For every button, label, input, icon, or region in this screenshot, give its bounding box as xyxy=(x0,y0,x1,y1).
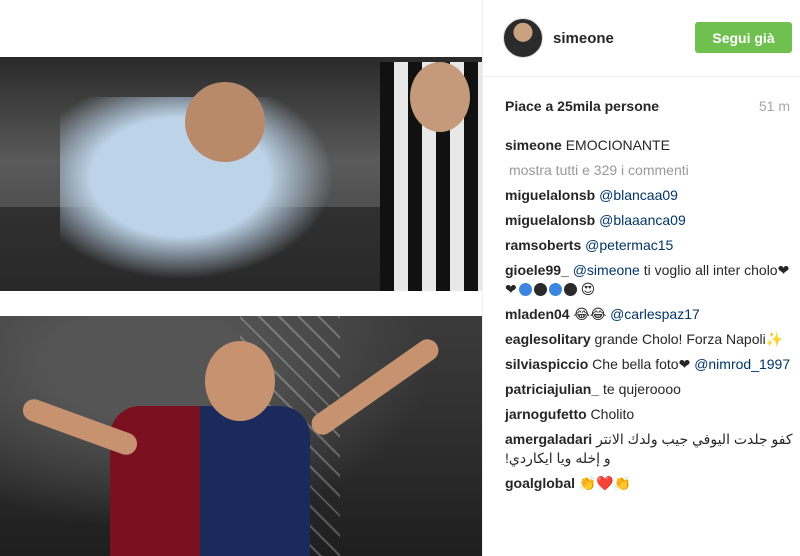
comment-text: Cholito xyxy=(590,406,635,422)
comment-text: grande Cholo! Forza Napoli✨ xyxy=(594,331,784,347)
black-circle-icon xyxy=(563,283,577,296)
comment-username[interactable]: silviaspiccio xyxy=(505,356,588,372)
comment: miguelalonsb @blancaa09 xyxy=(505,186,795,205)
heart-eyes-icon: 😍 xyxy=(580,281,596,297)
post-header: simeone Segui già xyxy=(483,0,800,77)
comment-username[interactable]: jarnogufetto xyxy=(505,406,587,422)
comment-text: Che bella foto❤ xyxy=(592,356,691,372)
comment-text: 😂😂 xyxy=(573,306,607,322)
photo-bottom xyxy=(0,316,482,556)
comment: eaglesolitary grande Cholo! Forza Napoli… xyxy=(505,330,795,349)
comment-mention[interactable]: @blancaa09 xyxy=(599,187,678,203)
comment-text: 👏❤️👏 xyxy=(578,475,632,491)
caption-username[interactable]: simeone xyxy=(505,137,562,153)
follow-button[interactable]: Segui già xyxy=(695,22,792,53)
blue-circle-icon xyxy=(548,283,562,296)
comment: miguelalonsb @blaaanca09 xyxy=(505,211,795,230)
photo-top xyxy=(0,57,482,291)
comment-username[interactable]: ramsoberts xyxy=(505,237,581,253)
black-circle-icon xyxy=(533,283,547,296)
comment-username[interactable]: gioele99_ xyxy=(505,262,569,278)
post-time[interactable]: 51 m xyxy=(759,98,790,114)
comment-username[interactable]: mladen04 xyxy=(505,306,570,322)
comment-text: te qujeroooo xyxy=(603,381,681,397)
comment-username[interactable]: goalglobal xyxy=(505,475,575,491)
comment-mention[interactable]: @nimrod_1997 xyxy=(694,356,790,372)
caption-text: EMOCIONANTE xyxy=(565,137,670,153)
comment-mention[interactable]: @simeone xyxy=(573,262,640,278)
comment: jarnogufetto Cholito xyxy=(505,405,795,424)
post-media[interactable] xyxy=(0,0,482,556)
comment: patriciajulian_ te qujeroooo xyxy=(505,380,795,399)
likes-count[interactable]: Piace a 25mila persone xyxy=(505,98,659,114)
comment-username[interactable]: miguelalonsb xyxy=(505,212,595,228)
comment-username[interactable]: miguelalonsb xyxy=(505,187,595,203)
comment-username[interactable]: patriciajulian_ xyxy=(505,381,599,397)
comment: silviaspiccio Che bella foto❤ @nimrod_19… xyxy=(505,355,795,374)
post-sidebar: simeone Segui già Piace a 25mila persone… xyxy=(482,0,800,556)
blue-circle-icon xyxy=(518,283,532,296)
avatar[interactable] xyxy=(503,18,543,58)
comment: amergaladari كفو جلدت اليوفي جيب ولدك ال… xyxy=(505,430,795,468)
photo-gap xyxy=(0,291,482,316)
comment: goalglobal 👏❤️👏 xyxy=(505,474,795,493)
comment-mention[interactable]: @petermac15 xyxy=(585,237,673,253)
comment: ramsoberts @petermac15 xyxy=(505,236,795,255)
comment-mention[interactable]: @blaaanca09 xyxy=(599,212,686,228)
caption: simeone EMOCIONANTE xyxy=(505,136,795,154)
comments-list: simeone EMOCIONANTE mostra tutti e 329 i… xyxy=(505,136,795,499)
show-all-comments-link[interactable]: mostra tutti e 329 i commenti xyxy=(509,162,795,178)
author-username[interactable]: simeone xyxy=(553,30,614,47)
comment-username[interactable]: eaglesolitary xyxy=(505,331,591,347)
comment: mladen04 😂😂 @carlespaz17 xyxy=(505,305,795,324)
comment: gioele99_ @simeone ti voglio all inter c… xyxy=(505,261,795,299)
comment-mention[interactable]: @carlespaz17 xyxy=(610,306,700,322)
comment-username[interactable]: amergaladari xyxy=(505,431,592,447)
